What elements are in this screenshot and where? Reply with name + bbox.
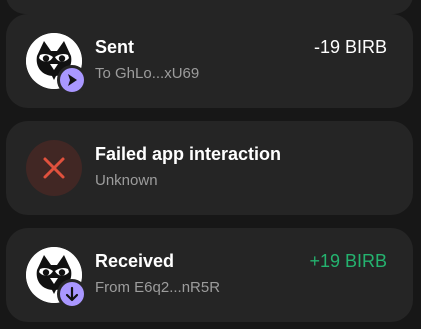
receive-arrow-icon [57,279,87,309]
transaction-subtitle: Unknown [95,172,158,189]
transaction-title: Received [95,251,175,271]
transaction-card-sent[interactable]: Sent To GhLo...xU69 -19 BIRB [6,14,413,108]
transaction-card-failed[interactable]: Failed app interaction Unknown [6,121,413,215]
token-avatar-wrap [26,247,87,309]
transaction-title: Sent [95,37,135,57]
token-avatar-wrap [26,33,87,95]
transaction-amount: -19 BIRB [313,37,387,57]
transaction-subtitle: To GhLo...xU69 [95,65,200,82]
transaction-history-list: Sent To GhLo...xU69 -19 BIRB Failed app … [0,0,421,329]
close-icon [26,140,82,196]
previous-transaction-card[interactable] [6,0,413,14]
transaction-subtitle: From E6q2...nR5R [95,279,221,296]
transaction-title: Failed app interaction [95,144,282,164]
send-arrow-icon [57,65,87,95]
transaction-card-received[interactable]: Received From E6q2...nR5R +19 BIRB [6,228,413,322]
transaction-amount: +19 BIRB [309,251,387,271]
